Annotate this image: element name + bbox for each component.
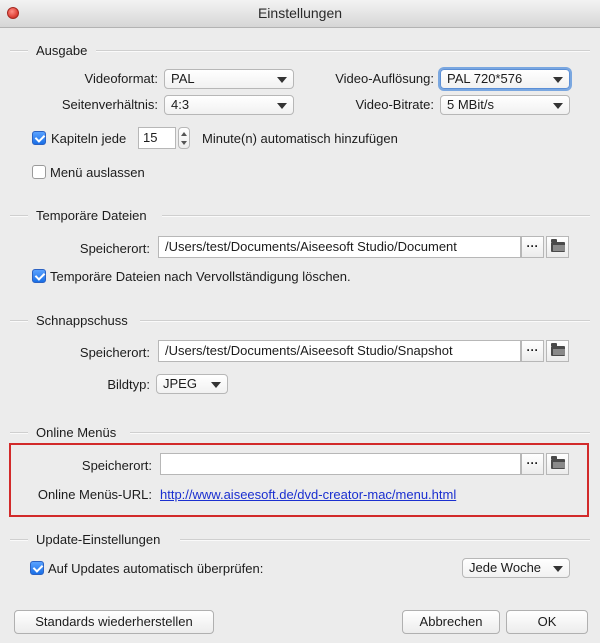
chevron-down-icon — [211, 382, 221, 388]
divider — [10, 320, 28, 322]
kapiteln-suffix: Minute(n) automatisch hinzufügen — [202, 131, 398, 146]
online-url-link[interactable]: http://www.aiseesoft.de/dvd-creator-mac/… — [160, 487, 456, 502]
more-icon[interactable]: ··· — [521, 340, 544, 362]
bitrate-select[interactable]: 5 MBit/s — [440, 95, 570, 115]
more-icon[interactable]: ··· — [521, 236, 544, 258]
seitenverhaeltnis-label: Seitenverhältnis: — [61, 97, 158, 112]
videoformat-label: Videoformat: — [84, 71, 158, 86]
bitrate-label: Video-Bitrate: — [355, 97, 434, 112]
folder-icon — [551, 239, 565, 252]
divider — [96, 50, 590, 52]
divider — [130, 432, 590, 434]
aufloesung-select[interactable]: PAL 720*576 — [440, 69, 570, 89]
seitenverhaeltnis-value: 4:3 — [171, 97, 190, 112]
aufloesung-label: Video-Auflösung: — [335, 71, 434, 86]
snapshot-speicherort-input[interactable]: /Users/test/Documents/Aiseesoft Studio/S… — [158, 340, 521, 362]
window-title: Einstellungen — [257, 5, 343, 21]
divider — [140, 320, 590, 322]
aufloesung-value: PAL 720*576 — [447, 71, 523, 86]
videoformat-value: PAL — [171, 71, 195, 86]
divider — [162, 215, 590, 217]
divider — [10, 215, 28, 217]
folder-open-button[interactable] — [546, 340, 569, 362]
menue-label: Menü auslassen — [50, 165, 145, 180]
title-bar: Einstellungen — [0, 0, 600, 28]
folder-open-button[interactable] — [546, 236, 569, 258]
more-icon[interactable]: ··· — [521, 453, 544, 475]
online-url-label: Online Menüs-URL: — [37, 487, 152, 502]
standards-button[interactable]: Standards wiederherstellen — [14, 610, 214, 634]
folder-icon — [551, 456, 565, 469]
seitenverhaeltnis-select[interactable]: 4:3 — [164, 95, 294, 115]
section-title-snapshot: Schnappschuss — [36, 313, 128, 328]
kapiteln-label: Kapiteln jede — [51, 131, 127, 146]
snapshot-speicherort-label: Speicherort: — [79, 345, 150, 360]
online-speicherort-input[interactable] — [160, 453, 521, 475]
section-title-temp: Temporäre Dateien — [36, 208, 147, 223]
chevron-down-icon — [553, 77, 563, 83]
folder-icon — [551, 343, 565, 356]
folder-open-button[interactable] — [546, 453, 569, 475]
update-auto-checkbox[interactable] — [30, 561, 44, 575]
stepper-up-icon — [181, 132, 187, 136]
section-title-update: Update-Einstellungen — [36, 532, 161, 547]
stepper-down-icon — [181, 141, 187, 145]
kapiteln-input[interactable]: 15 — [138, 127, 176, 149]
bildtyp-value: JPEG — [163, 376, 197, 391]
divider — [10, 432, 28, 434]
temp-loeschen-checkbox[interactable] — [32, 269, 46, 283]
divider — [180, 539, 590, 541]
temp-speicherort-label: Speicherort: — [79, 241, 150, 256]
update-auto-label: Auf Updates automatisch überprüfen: — [48, 561, 264, 576]
bildtyp-select[interactable]: JPEG — [156, 374, 228, 394]
divider — [10, 539, 28, 541]
cancel-button[interactable]: Abbrechen — [402, 610, 500, 634]
chevron-down-icon — [553, 566, 563, 572]
kapiteln-stepper[interactable] — [178, 127, 190, 149]
close-icon[interactable] — [7, 7, 19, 19]
kapiteln-checkbox[interactable] — [32, 131, 46, 145]
update-frequency-select[interactable]: Jede Woche — [462, 558, 570, 578]
temp-speicherort-input[interactable]: /Users/test/Documents/Aiseesoft Studio/D… — [158, 236, 521, 258]
bildtyp-label: Bildtyp: — [107, 377, 150, 392]
chevron-down-icon — [553, 103, 563, 109]
online-speicherort-label: Speicherort: — [81, 458, 152, 473]
update-frequency-value: Jede Woche — [469, 560, 542, 575]
section-title-ausgabe: Ausgabe — [36, 43, 88, 58]
temp-loeschen-label: Temporäre Dateien nach Vervollständigung… — [50, 269, 351, 284]
videoformat-select[interactable]: PAL — [164, 69, 294, 89]
section-title-online: Online Menüs — [36, 425, 117, 440]
divider — [10, 50, 28, 52]
chevron-down-icon — [277, 103, 287, 109]
chevron-down-icon — [277, 77, 287, 83]
ok-button[interactable]: OK — [506, 610, 588, 634]
menue-checkbox[interactable] — [32, 165, 46, 179]
bitrate-value: 5 MBit/s — [447, 97, 494, 112]
